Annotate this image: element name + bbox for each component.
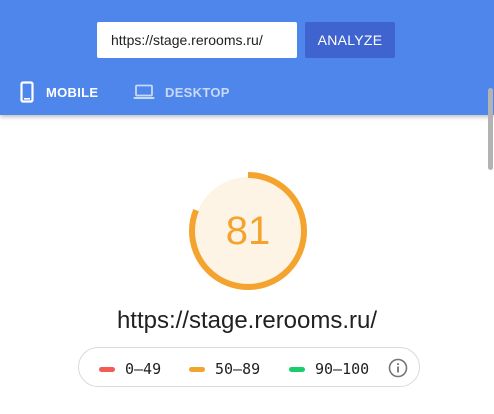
header-bar: ANALYZE MOBILE DESKTOP [0,0,494,115]
legend-label-good: 90–100 [315,360,370,378]
legend-item-average: 50–89 [189,360,260,378]
score-legend: 0–49 50–89 90–100 [78,347,420,387]
legend-swatch-orange [189,366,205,372]
smartphone-icon [20,81,34,103]
performance-score: 81 [225,208,271,253]
tab-mobile[interactable]: MOBILE [20,80,98,104]
legend-swatch-green [289,366,305,372]
legend-label-poor: 0–49 [125,360,162,378]
legend-item-good: 90–100 [289,360,369,378]
page: ANALYZE MOBILE DESKTOP [0,0,494,414]
url-input[interactable] [97,22,297,58]
score-gauge: 81 [188,171,308,291]
scrollbar-thumb[interactable] [488,88,493,170]
legend-item-poor: 0–49 [99,360,161,378]
tab-desktop-label: DESKTOP [165,84,230,100]
info-icon[interactable] [388,358,408,378]
legend-swatch-red [99,366,115,372]
analyzed-url: https://stage.rerooms.ru/ [116,307,378,334]
laptop-icon [133,84,155,100]
tab-mobile-label: MOBILE [46,84,99,100]
scrollbar[interactable] [487,0,494,414]
tab-desktop[interactable]: DESKTOP [133,80,230,104]
legend-label-average: 50–89 [215,360,261,378]
analyze-button[interactable]: ANALYZE [305,22,395,58]
